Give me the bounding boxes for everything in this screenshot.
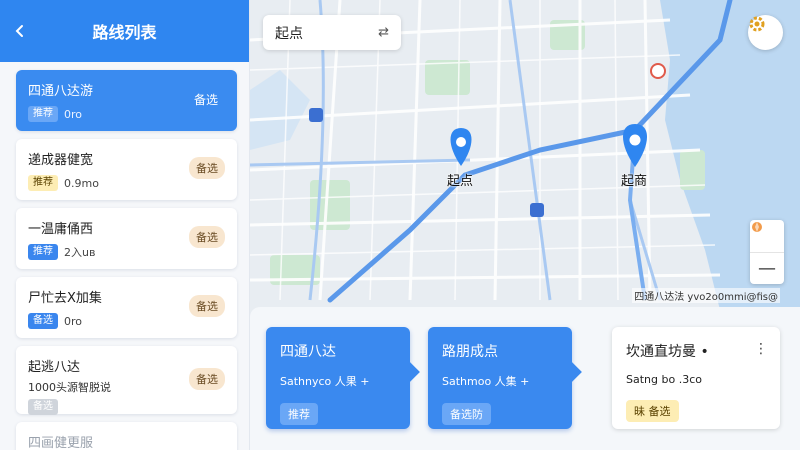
more-icon[interactable]: ⋮ — [754, 341, 768, 357]
search-input[interactable]: 起点 ⇄ — [263, 15, 401, 50]
map-attribution: 四通八达法 yvo2o0mmi@fis@ — [632, 288, 780, 303]
card-title: 路朋成点 — [442, 344, 498, 360]
route-option-card-1[interactable]: 四通八达 Sathnyco 人果 + 推荐 — [266, 327, 420, 429]
card-title: 坎通直坊曼 • — [626, 344, 709, 360]
card-tag: 推荐 — [280, 403, 318, 425]
settings-gear-icon — [749, 16, 765, 32]
settings-button[interactable] — [748, 15, 783, 50]
route-item-5[interactable]: 起逃八达 1000头源智脱说 备选 备选 — [16, 346, 237, 415]
route-option-card-3[interactable]: 坎通直坊曼 • Satng bo .3co 昧 备选 ⋮ — [612, 327, 780, 429]
recommend-tag: 推荐 — [28, 106, 58, 122]
alt-badge: 备选 — [189, 157, 225, 179]
alternative-tag: 备选 — [28, 313, 58, 329]
alt-badge: 备选 — [193, 93, 218, 107]
card-tag: 昧 备选 — [626, 400, 679, 422]
route-info: 0.9mo — [64, 176, 99, 190]
route-item-3[interactable]: 一温庸俑西 推荐 2入uв 备选 — [16, 208, 237, 269]
back-arrow-icon — [15, 25, 23, 37]
end-pin-label: 起商 — [621, 174, 648, 189]
zoom-out-button[interactable]: — — [750, 252, 784, 284]
alt-badge: 备选 — [189, 368, 225, 390]
route-item-4[interactable]: 尸忙去X加集 备选 0ro 备选 — [16, 277, 237, 338]
route-title: 四画健更服 — [28, 436, 94, 450]
route-list-header: 路线列表 — [0, 0, 249, 62]
swap-icon[interactable]: ⇄ — [378, 25, 389, 40]
route-info: 0ro — [64, 314, 83, 328]
card-subtitle: Satng bo .3co — [626, 373, 702, 386]
route-info: 2入uв — [64, 246, 96, 259]
card-subtitle: Sathmoo 人集 + — [442, 375, 530, 388]
route-list-panel: 路线列表 四通八达游 推荐 0ro 备选 递成器健宽 推荐 0.9mo 备选 一… — [0, 0, 250, 450]
zoom-out-icon: — — [758, 258, 776, 279]
route-options-panel: 四通八达 Sathnyco 人果 + 推荐 路朋成点 Sathmoo 人集 + … — [250, 307, 800, 450]
end-location-pin-icon — [623, 124, 647, 167]
card-title: 四通八达 — [280, 344, 336, 360]
alt-badge: 备选 — [189, 226, 225, 248]
alt-badge: 备选 — [189, 295, 225, 317]
recommend-tag: 推荐 — [28, 175, 58, 191]
compass-button[interactable] — [750, 220, 784, 252]
route-option-card-2[interactable]: 路朋成点 Sathmoo 人集 + 备选防 — [428, 327, 582, 429]
route-item-6[interactable]: 四画健更服 — [16, 422, 237, 450]
compass-icon — [752, 222, 762, 232]
route-item-2[interactable]: 递成器健宽 推荐 0.9mo 备选 — [16, 139, 237, 200]
zoom-control: — — [750, 220, 784, 284]
recommend-tag: 推荐 — [28, 244, 58, 260]
route-list: 四通八达游 推荐 0ro 备选 递成器健宽 推荐 0.9mo 备选 一温庸俑西 … — [0, 62, 249, 450]
route-info: 0ro — [64, 107, 83, 121]
route-item-1[interactable]: 四通八达游 推荐 0ro 备选 — [16, 70, 237, 131]
start-pin-label: 起点 — [447, 174, 474, 189]
card-subtitle: Sathnyco 人果 + — [280, 375, 370, 388]
search-text: 起点 — [275, 25, 303, 42]
back-button[interactable] — [0, 0, 40, 62]
alternative-tag: 备选 — [28, 399, 58, 415]
card-tag: 备选防 — [442, 403, 491, 425]
